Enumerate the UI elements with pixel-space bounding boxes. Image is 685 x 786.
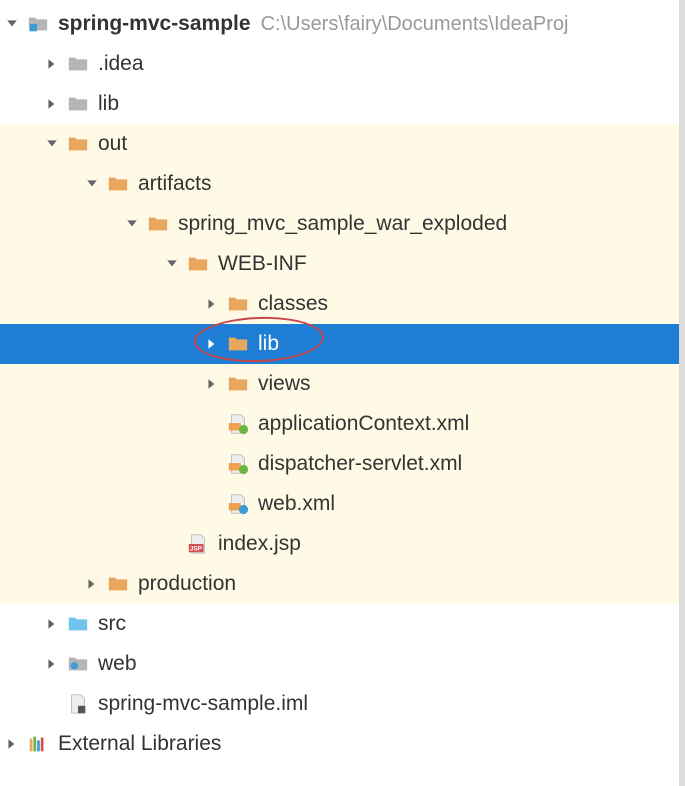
file-label: spring-mvc-sample.iml [98, 692, 308, 716]
jsp-file-icon [184, 533, 212, 555]
chevron-right-icon[interactable] [200, 298, 224, 310]
folder-icon [224, 373, 252, 395]
folder-icon [224, 293, 252, 315]
tree-row-src[interactable]: src [0, 604, 685, 644]
chevron-down-icon[interactable] [0, 18, 24, 30]
tree-row-ext-libs[interactable]: External Libraries [0, 724, 685, 764]
tree-row-lib[interactable]: lib [0, 84, 685, 124]
chevron-right-icon[interactable] [40, 98, 64, 110]
folder-icon [144, 213, 172, 235]
folder-label: src [98, 612, 126, 636]
tree-row-appcontext[interactable]: applicationContext.xml [0, 404, 685, 444]
chevron-right-icon[interactable] [0, 738, 24, 750]
file-label: index.jsp [218, 532, 301, 556]
tree-row-views[interactable]: views [0, 364, 685, 404]
folder-label: WEB-INF [218, 252, 307, 276]
chevron-down-icon[interactable] [80, 178, 104, 190]
scrollbar[interactable] [679, 0, 685, 786]
tree-row-webinf[interactable]: WEB-INF [0, 244, 685, 284]
chevron-down-icon[interactable] [120, 218, 144, 230]
tree-row-war-exploded[interactable]: spring_mvc_sample_war_exploded [0, 204, 685, 244]
folder-label: lib [98, 92, 119, 116]
folder-label: spring_mvc_sample_war_exploded [178, 212, 507, 236]
folder-label: .idea [98, 52, 144, 76]
tree-row-indexjsp[interactable]: index.jsp [0, 524, 685, 564]
project-tree: spring-mvc-sample C:\Users\fairy\Documen… [0, 0, 685, 764]
tree-row-out[interactable]: out [0, 124, 685, 164]
file-label: dispatcher-servlet.xml [258, 452, 462, 476]
folder-icon [104, 573, 132, 595]
web-xml-icon [224, 493, 252, 515]
tree-row-iml[interactable]: spring-mvc-sample.iml [0, 684, 685, 724]
folder-icon [64, 53, 92, 75]
chevron-down-icon[interactable] [160, 258, 184, 270]
tree-row-idea[interactable]: .idea [0, 44, 685, 84]
chevron-right-icon[interactable] [200, 338, 224, 350]
folder-label: classes [258, 292, 328, 316]
spring-config-icon [224, 453, 252, 475]
project-path: C:\Users\fairy\Documents\IdeaProj [261, 13, 569, 36]
project-root-row[interactable]: spring-mvc-sample C:\Users\fairy\Documen… [0, 4, 685, 44]
module-folder-icon [24, 13, 52, 35]
spring-config-icon [224, 413, 252, 435]
folder-icon [184, 253, 212, 275]
tree-row-artifacts[interactable]: artifacts [0, 164, 685, 204]
file-label: web.xml [258, 492, 335, 516]
web-folder-icon [64, 653, 92, 675]
external-libraries-icon [24, 733, 52, 755]
folder-icon [224, 333, 252, 355]
tree-row-lib-selected[interactable]: lib [0, 324, 685, 364]
folder-label: out [98, 132, 127, 156]
folder-label: web [98, 652, 137, 676]
folder-icon [64, 133, 92, 155]
chevron-right-icon[interactable] [80, 578, 104, 590]
iml-file-icon [64, 693, 92, 715]
chevron-right-icon[interactable] [200, 378, 224, 390]
folder-label: views [258, 372, 311, 396]
tree-row-web[interactable]: web [0, 644, 685, 684]
tree-row-dispatcher[interactable]: dispatcher-servlet.xml [0, 444, 685, 484]
ext-libs-label: External Libraries [58, 732, 221, 756]
chevron-right-icon[interactable] [40, 618, 64, 630]
file-label: applicationContext.xml [258, 412, 469, 436]
chevron-right-icon[interactable] [40, 58, 64, 70]
tree-row-classes[interactable]: classes [0, 284, 685, 324]
folder-icon [64, 93, 92, 115]
folder-label: lib [258, 332, 279, 356]
chevron-down-icon[interactable] [40, 138, 64, 150]
folder-label: production [138, 572, 236, 596]
chevron-right-icon[interactable] [40, 658, 64, 670]
tree-row-production[interactable]: production [0, 564, 685, 604]
folder-icon [104, 173, 132, 195]
project-name: spring-mvc-sample [58, 12, 251, 36]
tree-row-webxml[interactable]: web.xml [0, 484, 685, 524]
folder-label: artifacts [138, 172, 212, 196]
source-folder-icon [64, 613, 92, 635]
